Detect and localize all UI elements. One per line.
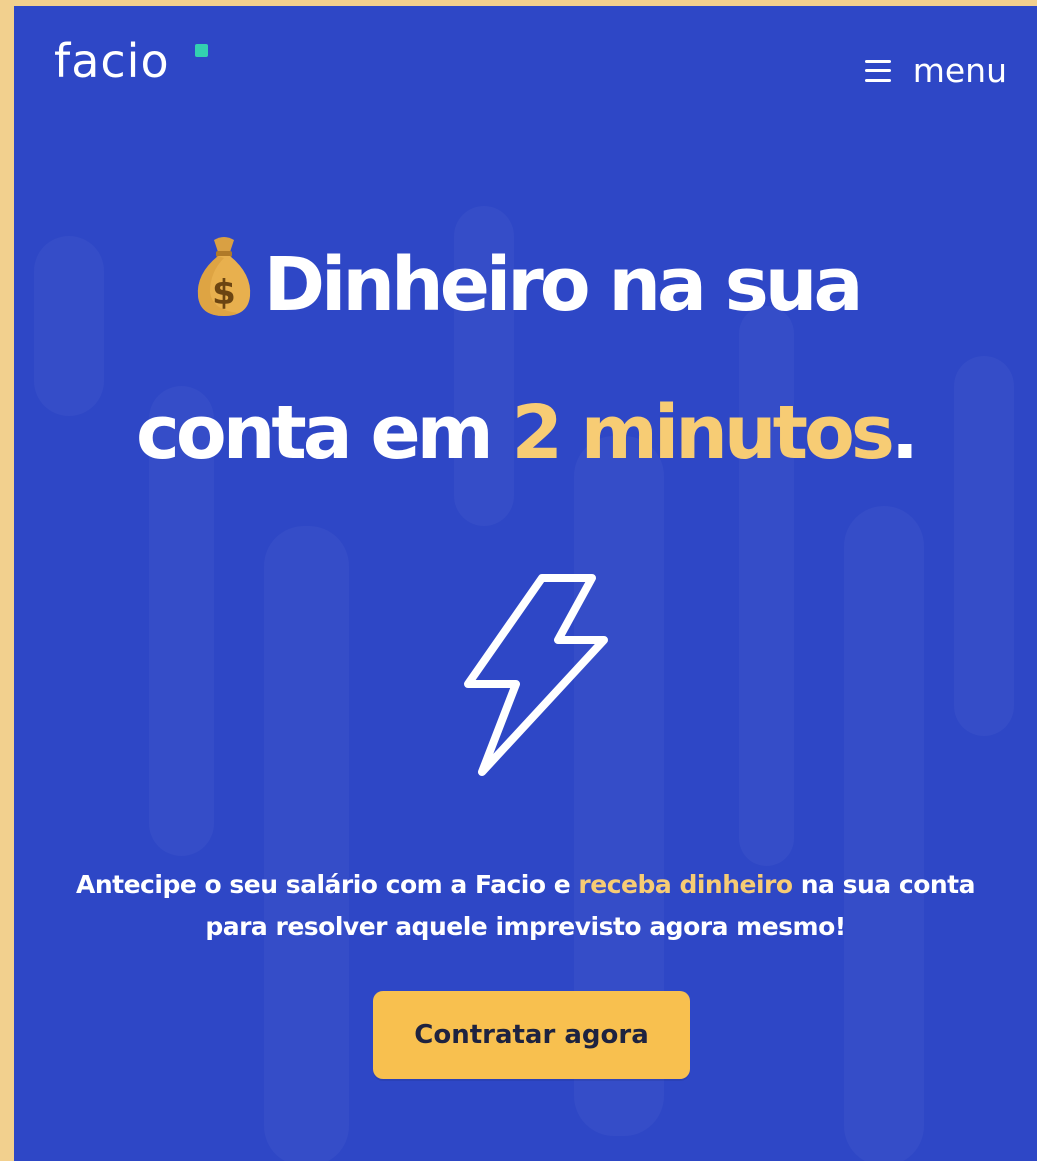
svg-text:$: $ [212,273,236,313]
headline-line-2-suffix: . [890,390,919,476]
hero-section: facio menu $ Dinheiro na sua conta em 2 … [14,6,1037,1161]
subtitle-accent: receba dinheiro [578,870,793,899]
headline-line-1-text: Dinheiro na sua [263,242,864,328]
background-stripe [264,526,349,1161]
site-header: facio menu [14,6,1037,136]
lightning-bolt-icon [464,574,608,776]
square-dot-icon [195,44,208,57]
headline-line-2-prefix: conta em [135,390,512,476]
facio-logo[interactable]: facio [54,38,170,84]
headline-accent: 2 minutos [511,390,895,476]
hero-headline: $ Dinheiro na sua conta em 2 minutos. [14,211,1037,507]
hamburger-icon [864,59,891,82]
subtitle-part-2: na sua conta [792,870,976,899]
subtitle-line-2: para resolver aquele imprevisto agora me… [205,912,846,941]
menu-label: menu [912,51,1007,90]
headline-line-1: $ Dinheiro na sua [14,211,1037,359]
hero-subtitle: Antecipe o seu salário com a Facio e rec… [34,864,1017,948]
menu-button[interactable]: menu [864,51,1007,90]
background-stripe [844,506,924,1161]
subtitle-part-1: Antecipe o seu salário com a Facio e [76,870,579,899]
headline-line-2: conta em 2 minutos. [14,359,1037,507]
money-bag-icon: $ [197,237,250,316]
contratar-agora-button[interactable]: Contratar agora [373,991,690,1079]
